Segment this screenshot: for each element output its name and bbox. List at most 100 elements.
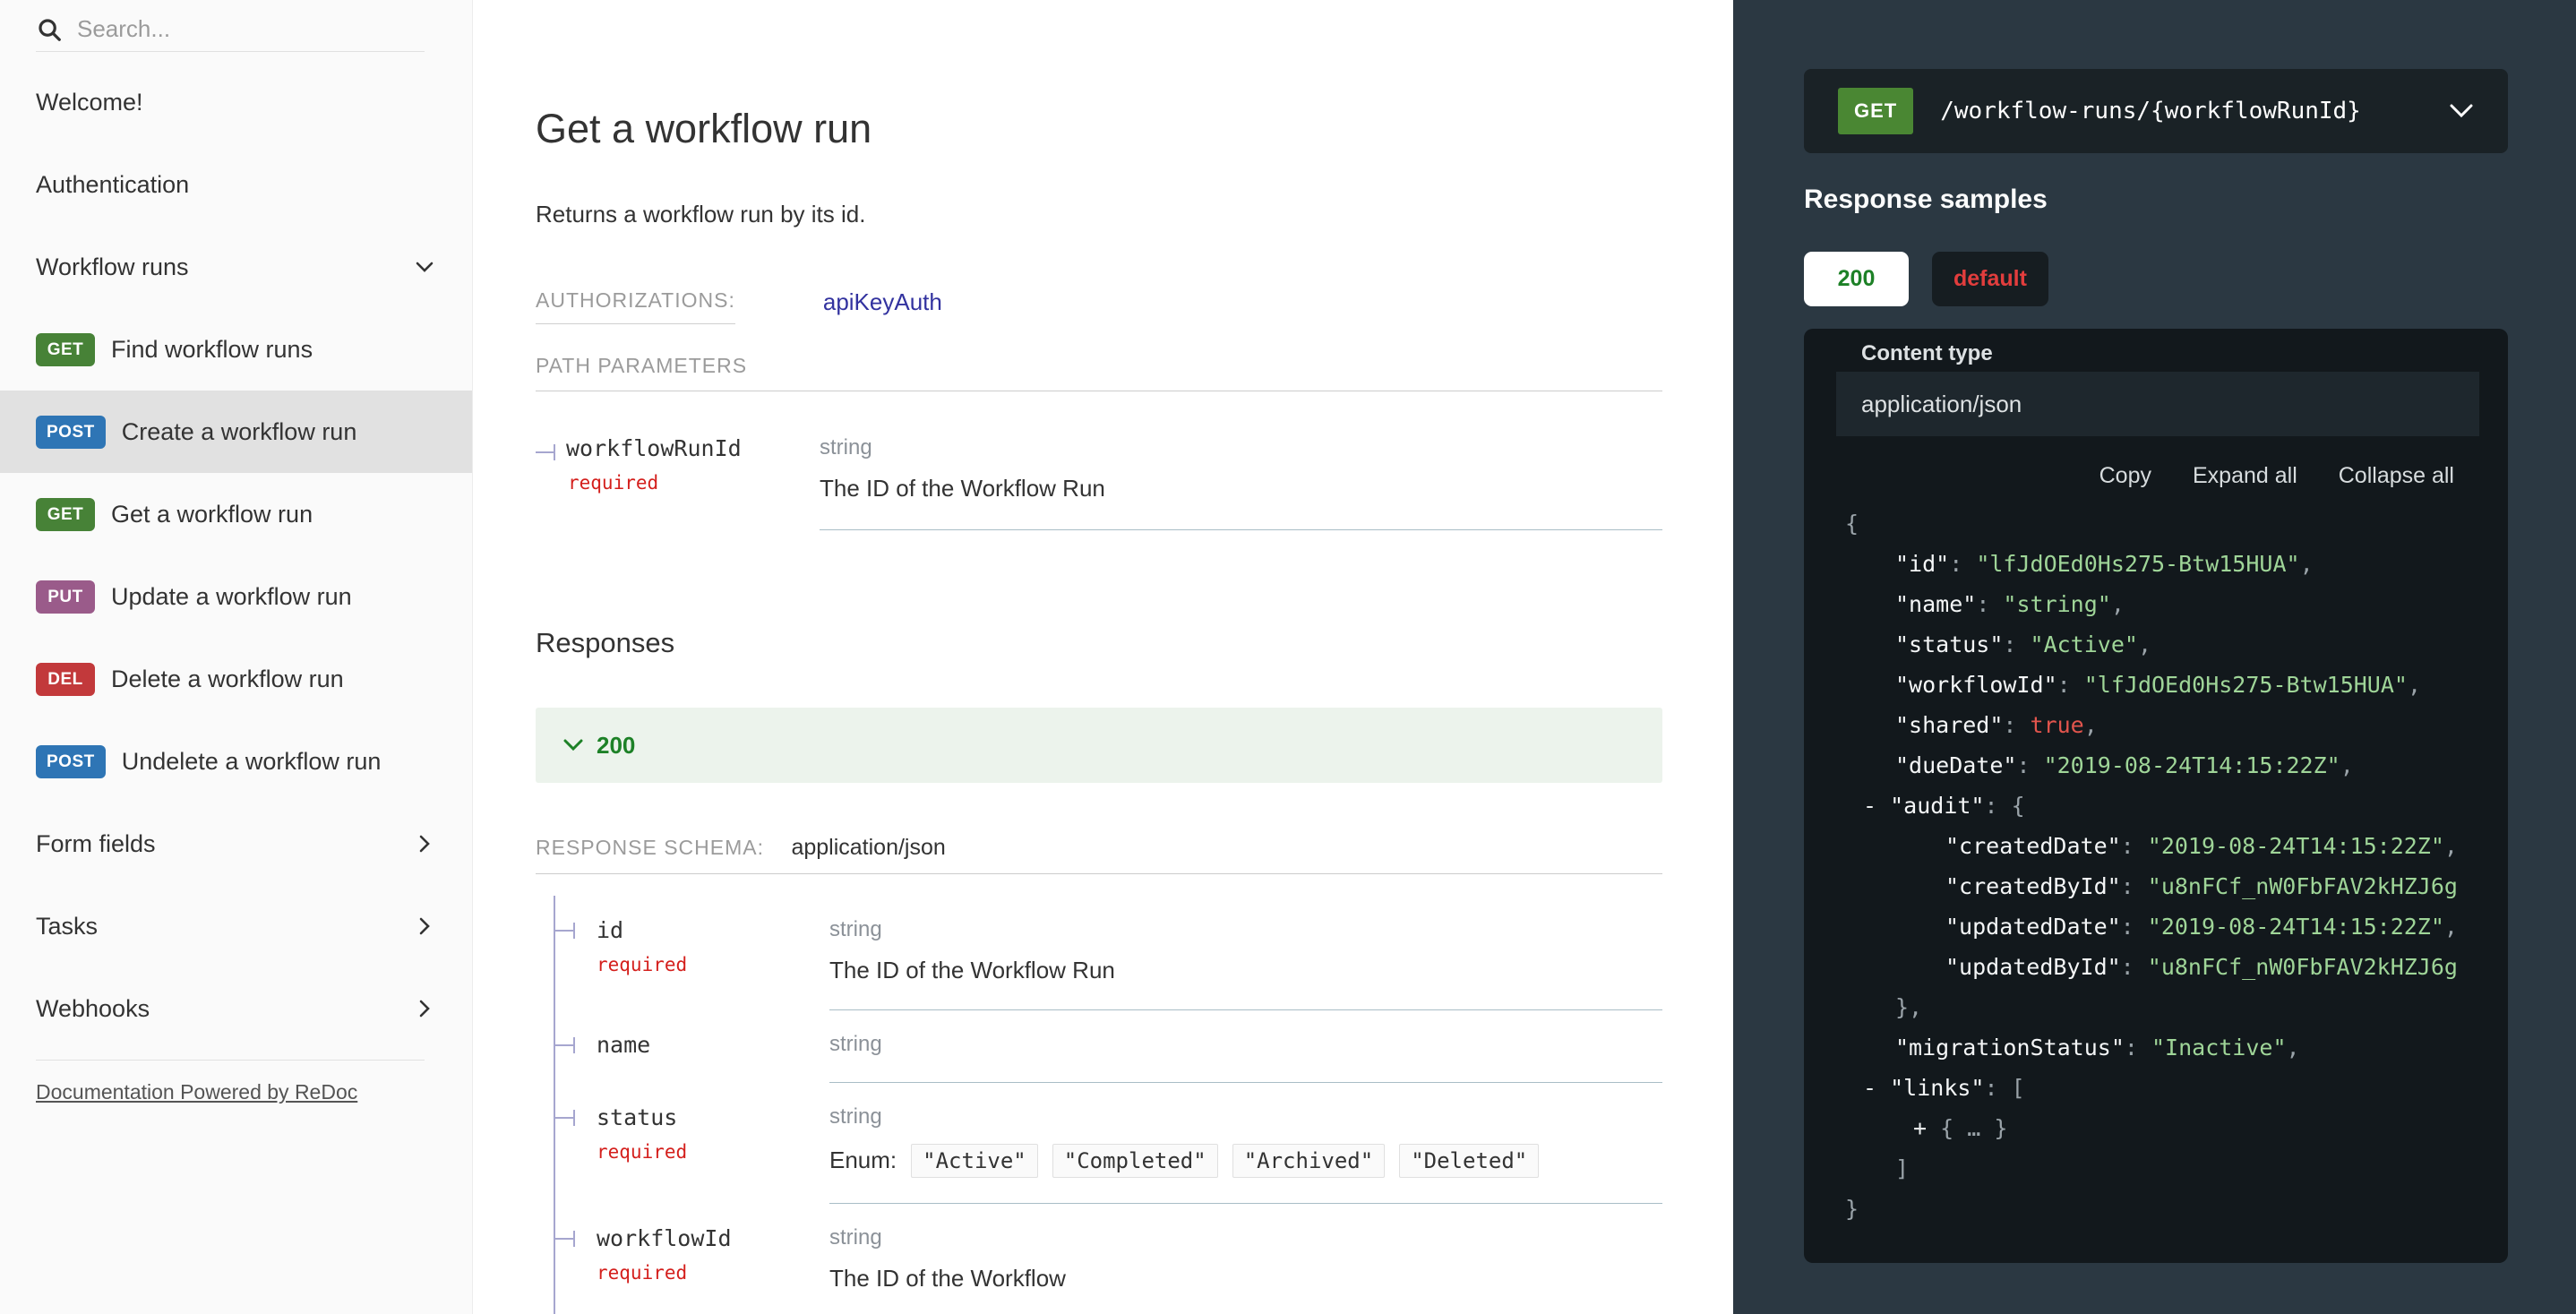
responses-heading: Responses <box>536 627 1662 659</box>
code-token: : <box>2057 672 2084 698</box>
schema-field-row-status: statusrequiredstringEnum:"Active""Comple… <box>555 1083 1662 1204</box>
code-token: , <box>2138 631 2151 657</box>
sidebar-item-label: Find workflow runs <box>111 336 313 364</box>
parameter-name: workflowRunId <box>566 435 742 461</box>
code-line: "shared": true, <box>1804 705 2508 745</box>
sample-tab-default[interactable]: default <box>1932 252 2048 306</box>
required-badge: required <box>568 472 820 494</box>
code-line: }, <box>1804 987 2508 1027</box>
sidebar-item-tasks[interactable]: Tasks <box>0 885 472 967</box>
code-token: , <box>2444 914 2458 940</box>
code-token: : <box>2125 1035 2151 1061</box>
sidebar-item-label: Update a workflow run <box>111 583 352 611</box>
code-token: , <box>2340 752 2354 778</box>
code-token: "shared" <box>1895 712 2003 738</box>
code-token: : [ <box>1984 1075 2024 1101</box>
authorizations-row: AUTHORIZATIONS: apiKeyAuth <box>536 288 1662 324</box>
endpoint-dropdown[interactable]: GET /workflow-runs/{workflowRunId} <box>1804 69 2508 153</box>
tree-stub-icon <box>555 1037 575 1053</box>
code-line: "createdDate": "2019-08-24T14:15:22Z", <box>1804 826 2508 866</box>
code-line: "id": "lfJdOEd0Hs275-Btw15HUA", <box>1804 544 2508 584</box>
code-token: "string" <box>2003 591 2110 617</box>
content-type-select[interactable]: application/json <box>1836 372 2479 436</box>
required-badge: required <box>597 954 829 975</box>
method-badge-del: DEL <box>36 663 95 696</box>
code-token: } <box>1845 1196 1859 1222</box>
operation-description: Returns a workflow run by its id. <box>536 201 1662 228</box>
code-token: : <box>1976 591 2003 617</box>
response-200-toggle[interactable]: 200 <box>536 708 1662 783</box>
code-token: , <box>2408 672 2421 698</box>
code-line: - "audit": { <box>1804 786 2508 826</box>
search-icon <box>36 16 63 43</box>
code-token: "name" <box>1895 591 1976 617</box>
code-token: }, <box>1895 994 1922 1020</box>
sidebar-item-delete-a-workflow-run[interactable]: DELDelete a workflow run <box>0 638 472 720</box>
sidebar-divider <box>36 1060 425 1061</box>
code-token: : <box>2121 954 2148 980</box>
code-token: : <box>2016 752 2043 778</box>
chevron-right-icon <box>415 834 434 854</box>
code-token: : <box>2121 914 2148 940</box>
code-token: "createdById" <box>1945 873 2121 899</box>
field-name: id <box>597 917 623 943</box>
sample-tab-200[interactable]: 200 <box>1804 252 1909 306</box>
sidebar-item-label: Create a workflow run <box>122 418 357 446</box>
code-line: "createdById": "u8nFCf_nW0FbFAV2kHZJ6g <box>1804 866 2508 906</box>
sidebar-item-welcome[interactable]: Welcome! <box>0 61 472 143</box>
field-detail-cell: string <box>829 1032 1662 1083</box>
field-detail-cell: stringThe ID of the Workflow Run <box>829 917 1662 1010</box>
field-detail-cell: stringThe ID of the Workflow <box>829 1225 1662 1314</box>
expand-all-button[interactable]: Expand all <box>2193 463 2297 489</box>
code-line: "updatedDate": "2019-08-24T14:15:22Z", <box>1804 906 2508 947</box>
code-token: "2019-08-24T14:15:22Z" <box>2148 833 2444 859</box>
enum-value-chip: "Deleted" <box>1399 1144 1539 1178</box>
tree-stub-icon <box>536 444 555 460</box>
parameter-type: string <box>820 435 1662 460</box>
sidebar-item-get-a-workflow-run[interactable]: GETGet a workflow run <box>0 473 472 555</box>
copy-button[interactable]: Copy <box>2099 463 2151 489</box>
field-type: string <box>829 1225 1662 1250</box>
main-content: Get a workflow run Returns a workflow ru… <box>473 0 1733 1314</box>
code-token: "lfJdOEd0Hs275-Btw15HUA" <box>2084 672 2408 698</box>
sidebar-item-create-a-workflow-run[interactable]: POSTCreate a workflow run <box>0 391 472 473</box>
sidebar-item-webhooks[interactable]: Webhooks <box>0 967 472 1050</box>
field-name: name <box>597 1032 650 1058</box>
sidebar-item-update-a-workflow-run[interactable]: PUTUpdate a workflow run <box>0 555 472 638</box>
schema-field-row-id: id requiredstringThe ID of the Workflow R… <box>555 896 1662 1010</box>
code-token: : <box>2121 873 2148 899</box>
sidebar-item-find-workflow-runs[interactable]: GET Find workflow runs <box>0 308 472 391</box>
sidebar-menu: Welcome!Authentication Workflow runs GET Fi… <box>0 61 472 1050</box>
schema-field-row-workflowid: workflowIdrequiredstringThe ID of the Wo… <box>555 1204 1662 1314</box>
collapse-toggle[interactable]: - <box>1863 1075 1890 1101</box>
code-token: "Inactive" <box>2151 1035 2287 1061</box>
enum-row: Enum:"Active""Completed""Archived""Delet… <box>829 1144 1662 1178</box>
method-badge-get: GET <box>36 333 95 366</box>
code-token: : <box>1949 551 1976 577</box>
collapse-all-button[interactable]: Collapse all <box>2339 463 2454 489</box>
code-token: "2019-08-24T14:15:22Z" <box>2044 752 2340 778</box>
search-input[interactable] <box>77 15 425 43</box>
required-badge: required <box>597 1262 829 1284</box>
code-line: "migrationStatus": "Inactive", <box>1804 1027 2508 1068</box>
response-code: 200 <box>597 732 635 760</box>
response-sample-tabs: 200 default <box>1804 252 2048 306</box>
sidebar-item-form-fields[interactable]: Form fields <box>0 803 472 885</box>
http-method-badge: GET <box>1838 88 1913 134</box>
sidebar-item-workflow-runs[interactable]: Workflow runs <box>0 226 472 308</box>
powered-by-redoc-link[interactable]: Documentation Powered by ReDoc <box>36 1080 357 1104</box>
parameter-detail-cell: string The ID of the Workflow Run <box>820 435 1662 530</box>
collapse-toggle[interactable]: - <box>1863 793 1890 819</box>
required-badge: required <box>597 1141 829 1163</box>
chevron-right-icon <box>415 999 434 1018</box>
collapse-toggle[interactable]: + <box>1913 1115 1940 1141</box>
code-line: "workflowId": "lfJdOEd0Hs275-Btw15HUA", <box>1804 665 2508 705</box>
sidebar-item-undelete-a-workflow-run[interactable]: POSTUndelete a workflow run <box>0 720 472 803</box>
code-token: true <box>2031 712 2084 738</box>
code-token: , <box>2287 1035 2300 1061</box>
sidebar-item-label: Workflow runs <box>36 253 189 281</box>
api-key-auth-link[interactable]: apiKeyAuth <box>823 288 942 316</box>
sidebar-item-authentication[interactable]: Authentication <box>0 143 472 226</box>
search-box[interactable] <box>36 7 425 52</box>
code-token: "updatedDate" <box>1945 914 2121 940</box>
